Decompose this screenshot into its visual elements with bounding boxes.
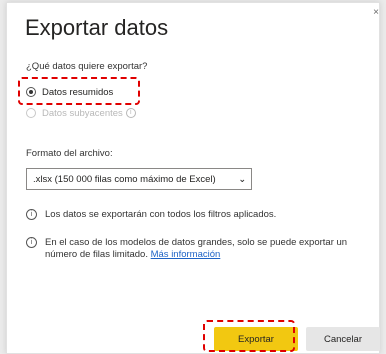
dialog-title: Exportar datos — [25, 15, 169, 40]
data-question: ¿Qué datos quiere exportar? — [26, 61, 148, 72]
close-icon[interactable]: × — [373, 7, 379, 18]
option-underlying-label: Datos subyacentes — [42, 107, 123, 119]
format-label: Formato del archivo: — [26, 148, 113, 159]
more-info-link[interactable]: Más información — [151, 249, 221, 260]
highlight-export — [203, 320, 295, 352]
format-select[interactable]: .xlsx (150 000 filas como máximo de Exce… — [26, 168, 252, 190]
note-filters-text: Los datos se exportarán con todos los fi… — [45, 209, 277, 220]
cancel-button[interactable]: Cancelar — [306, 327, 380, 351]
info-icon: i — [26, 237, 37, 248]
note-filters: i Los datos se exportarán con todos los … — [26, 209, 276, 221]
radio-underlying — [26, 108, 36, 118]
note-limit-text: En el caso de los modelos de datos grand… — [45, 237, 366, 261]
chevron-down-icon: ⌄ — [238, 173, 246, 184]
highlight-summarized — [18, 77, 140, 105]
info-icon[interactable]: i — [125, 108, 136, 118]
export-dialog: × Exportar datos ¿Qué datos quiere expor… — [6, 2, 380, 354]
info-icon: i — [26, 209, 37, 220]
option-underlying: Datos subyacentes i — [26, 106, 136, 120]
note-limit: i En el caso de los modelos de datos gra… — [26, 237, 366, 261]
format-select-value: .xlsx (150 000 filas como máximo de Exce… — [33, 173, 216, 185]
